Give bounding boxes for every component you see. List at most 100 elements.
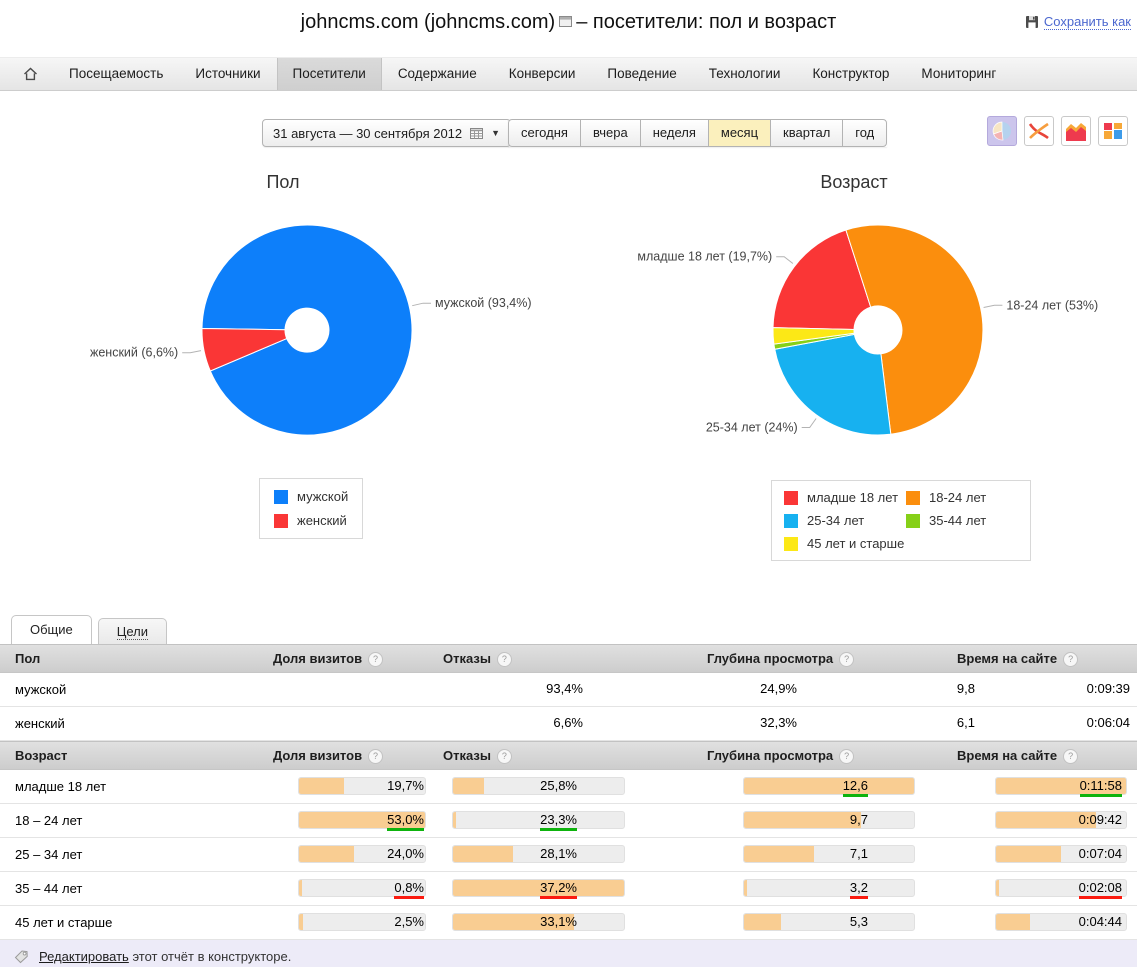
column-header-dimension[interactable]: Возраст: [15, 742, 67, 769]
report-tabs: Общие Цели: [0, 614, 1137, 644]
legend-item-0[interactable]: младше 18 лет: [784, 490, 906, 505]
metric-bar: [452, 777, 625, 795]
browser-window-icon: [559, 16, 572, 27]
metric-bar-fill: [299, 880, 302, 896]
metric-bar: [452, 811, 625, 829]
help-icon[interactable]: ?: [1063, 749, 1078, 764]
home-button[interactable]: [8, 58, 53, 90]
column-header-2[interactable]: Глубина просмотра?: [707, 645, 854, 672]
column-header-1[interactable]: Отказы?: [443, 645, 512, 672]
table-row: 45 лет и старше2,5%33,1%5,30:04:44: [0, 906, 1137, 940]
open-site-icon[interactable]: [559, 10, 572, 33]
nav-item-1[interactable]: Источники: [179, 58, 276, 90]
help-icon[interactable]: ?: [1063, 652, 1078, 667]
nav-item-5[interactable]: Поведение: [591, 58, 692, 90]
cell-value: 0:02:08: [1079, 880, 1122, 899]
legend-label: 18-24 лет: [929, 490, 986, 505]
pie-label: младше 18 лет (19,7%): [637, 250, 772, 264]
period-button-3[interactable]: месяц: [708, 119, 771, 147]
area-chart-button[interactable]: [1061, 116, 1091, 146]
tab-goals[interactable]: Цели: [98, 618, 167, 644]
cell-value: 0:06:04: [1087, 715, 1130, 731]
legend-gender: мужской женский: [259, 478, 363, 539]
tab-general[interactable]: Общие: [11, 615, 92, 644]
help-icon[interactable]: ?: [368, 749, 383, 764]
line-chart-button[interactable]: [1024, 116, 1054, 146]
period-button-0[interactable]: сегодня: [508, 119, 581, 147]
legend-swatch: [906, 491, 920, 505]
pie-label: женский (6,6%): [90, 346, 178, 360]
metric-bar-fill: [744, 914, 781, 930]
cell-value: 53,0%: [387, 812, 424, 831]
nav-item-6[interactable]: Технологии: [693, 58, 797, 90]
row-label: младше 18 лет: [15, 770, 106, 803]
period-button-5[interactable]: год: [842, 119, 887, 147]
metric-bar-fill: [299, 846, 354, 862]
nav-item-0[interactable]: Посещаемость: [53, 58, 179, 90]
help-icon[interactable]: ?: [497, 652, 512, 667]
column-header-1[interactable]: Отказы?: [443, 742, 512, 769]
table-row: 18 – 24 лет53,0%23,3%9,70:09:42: [0, 804, 1137, 838]
save-as-link[interactable]: Сохранить как: [1025, 14, 1131, 30]
nav-item-3[interactable]: Содержание: [382, 58, 493, 90]
period-button-4[interactable]: квартал: [770, 119, 843, 147]
column-header-3[interactable]: Время на сайте?: [957, 742, 1078, 769]
legend-swatch: [784, 537, 798, 551]
legend-label: 25-34 лет: [807, 513, 864, 528]
help-icon[interactable]: ?: [497, 749, 512, 764]
cell-value: 0:07:04: [1079, 846, 1122, 862]
help-icon[interactable]: ?: [839, 652, 854, 667]
nav-item-4[interactable]: Конверсии: [493, 58, 592, 90]
cell-value: 9,8: [957, 681, 975, 697]
pie-label-line: [412, 303, 431, 306]
legend-item-3[interactable]: 35-44 лет: [906, 513, 1018, 528]
metric-bar: [452, 913, 625, 931]
pie-label-line: [776, 257, 793, 264]
legend-swatch: [784, 491, 798, 505]
nav-items: ПосещаемостьИсточникиПосетителиСодержани…: [53, 58, 1012, 90]
cell-value: 6,6%: [553, 715, 583, 731]
cell-value: 3,2: [850, 880, 868, 899]
page-title: johncms.com (johncms.com)– посетители: п…: [0, 10, 1137, 34]
legend-item-2[interactable]: 25-34 лет: [784, 513, 906, 528]
legend-swatch: [784, 514, 798, 528]
column-header-0[interactable]: Доля визитов?: [273, 742, 383, 769]
help-icon[interactable]: ?: [368, 652, 383, 667]
legend-item-1[interactable]: женский: [274, 513, 348, 528]
cell-value: 28,1%: [540, 846, 577, 862]
cell-value: 6,1: [957, 715, 975, 731]
pie-chart-button[interactable]: [987, 116, 1017, 146]
period-button-2[interactable]: неделя: [640, 119, 709, 147]
metric-bar-fill: [453, 880, 624, 896]
metric-bar-fill: [744, 778, 914, 794]
help-icon[interactable]: ?: [839, 749, 854, 764]
period-button-1[interactable]: вчера: [580, 119, 641, 147]
date-range-button[interactable]: 31 августа — 30 сентября 2012 ▼: [262, 119, 511, 147]
metric-bar-fill: [453, 778, 484, 794]
date-range-label: 31 августа — 30 сентября 2012: [273, 126, 462, 141]
legend-item-4[interactable]: 45 лет и старше: [784, 536, 906, 551]
cell-value: 9,7: [850, 812, 868, 828]
edit-report-link[interactable]: Редактировать: [39, 949, 129, 964]
legend-item-1[interactable]: 18-24 лет: [906, 490, 1018, 505]
column-header-2[interactable]: Глубина просмотра?: [707, 742, 854, 769]
nav-item-2[interactable]: Посетители: [277, 58, 382, 90]
legend-label: женский: [297, 513, 347, 528]
metric-bar: [743, 811, 915, 829]
metric-bar: [743, 879, 915, 897]
home-icon: [23, 67, 38, 81]
legend-item-0[interactable]: мужской: [274, 489, 348, 504]
tab-label: Цели: [117, 624, 148, 640]
column-header-0[interactable]: Доля визитов?: [273, 645, 383, 672]
column-header-3[interactable]: Время на сайте?: [957, 645, 1078, 672]
stacked-bar-chart-button[interactable]: [1098, 116, 1128, 146]
table-section-header-age: Возраст Доля визитов? Отказы? Глубина просм…: [0, 741, 1137, 770]
metric-bar-fill: [996, 846, 1061, 862]
legend-swatch: [906, 514, 920, 528]
nav-item-8[interactable]: Мониторинг: [905, 58, 1012, 90]
column-header-dimension[interactable]: Пол: [15, 645, 40, 672]
cell-value: 2,5%: [394, 914, 424, 930]
metric-bar-fill: [744, 812, 861, 828]
metric-bar-fill: [744, 880, 747, 896]
nav-item-7[interactable]: Конструктор: [796, 58, 905, 90]
